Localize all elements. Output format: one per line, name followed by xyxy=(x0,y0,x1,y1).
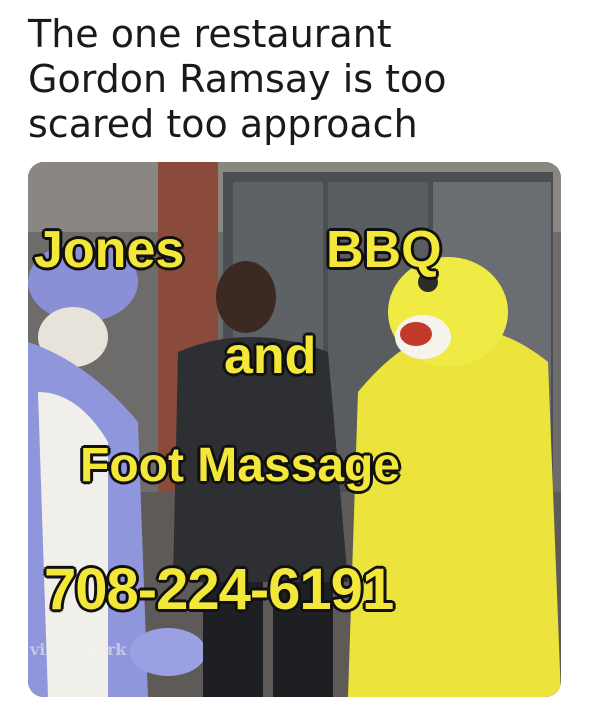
meme-photo: Jones BBQ and Foot Massage 708-224-6191 … xyxy=(28,162,561,697)
overlay-text-bbq: BBQ xyxy=(326,221,442,279)
watermark: viral shark xyxy=(30,640,127,659)
overlay-text-foot-massage: Foot Massage xyxy=(80,439,401,492)
overlay-text-phone-number: 708-224-6191 xyxy=(44,557,394,622)
caption-line-1: The one restaurant xyxy=(28,12,392,56)
caption-line-3: scared too approach xyxy=(28,102,418,146)
overlay-text-jones: Jones xyxy=(34,221,185,279)
overlay-text-and: and xyxy=(224,327,317,385)
caption-line-2: Gordon Ramsay is too xyxy=(28,57,447,101)
meme-caption: The one restaurant Gordon Ramsay is too … xyxy=(28,12,568,147)
